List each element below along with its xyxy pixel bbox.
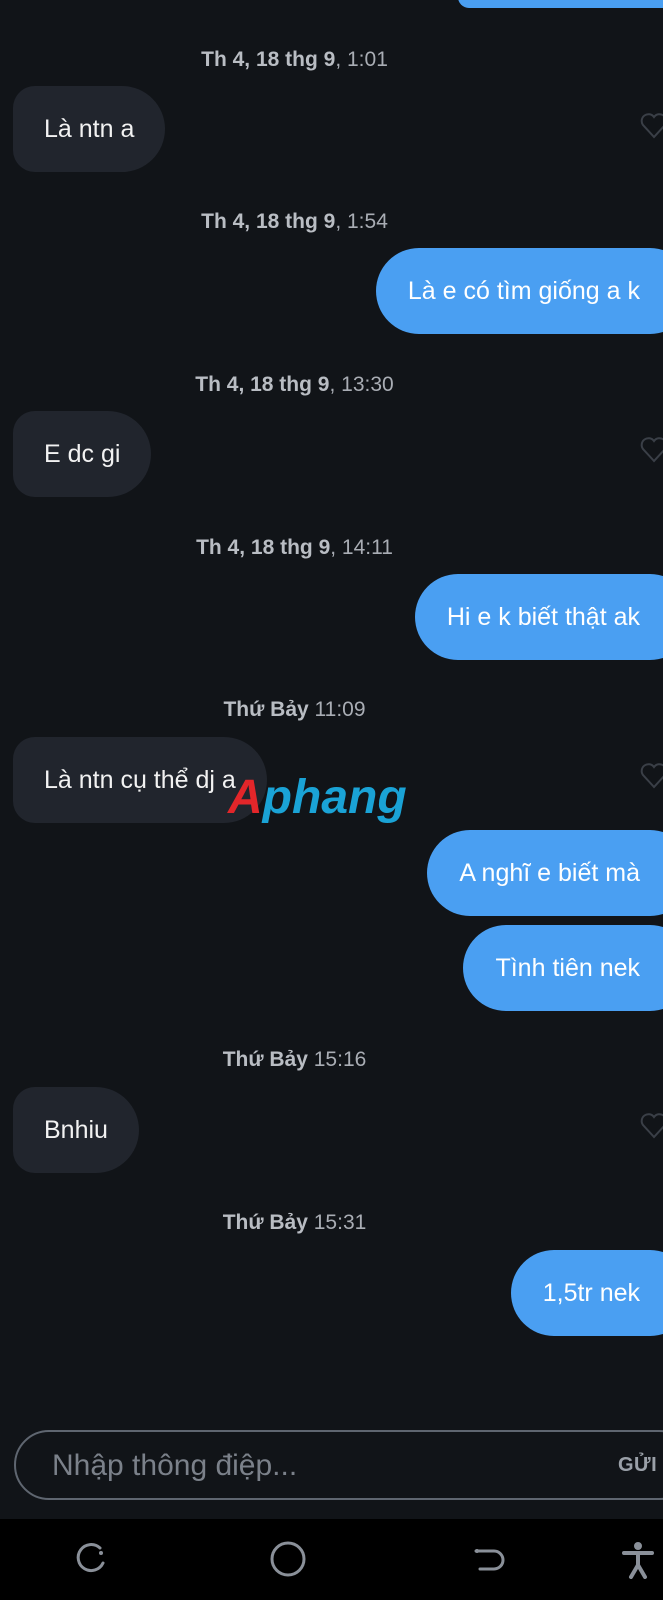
message-text: Là ntn a — [44, 115, 135, 143]
incoming-message-bubble[interactable]: Là ntn cụ thể dj a — [13, 737, 267, 823]
message-input[interactable] — [50, 1432, 574, 1500]
outgoing-message-bubble[interactable]: 1,5tr nek — [510, 1250, 663, 1336]
back-icon[interactable] — [468, 1539, 508, 1579]
outgoing-message-bubble[interactable]: A nghĩ e biết mà — [427, 830, 663, 916]
system-navigation-bar — [0, 1519, 663, 1600]
message-timestamp: Thứ Bảy 11:09 — [223, 698, 366, 721]
message-timestamp: Th 4, 18 thg 9, 1:54 — [201, 210, 388, 233]
incoming-message-bubble[interactable]: Là ntn a — [13, 86, 166, 172]
message-text: 1,5tr nek — [542, 1279, 640, 1307]
heart-outline-icon[interactable] — [639, 434, 663, 464]
message-timestamp: Thứ Bảy 15:31 — [222, 1211, 367, 1234]
message-text: Bnhiu — [44, 1116, 108, 1144]
message-text: Hi e k biết thật ak — [446, 603, 640, 631]
previous-outgoing-bubble-fragment — [458, 0, 663, 8]
message-composer: GỬI — [14, 1430, 663, 1500]
message-timestamp: Thứ Bảy 15:16 — [222, 1048, 367, 1071]
home-icon[interactable] — [268, 1539, 308, 1579]
send-button[interactable]: GỬI — [618, 1432, 657, 1498]
accessibility-icon[interactable] — [618, 1539, 658, 1579]
incoming-message-bubble[interactable]: E dc gi — [13, 411, 152, 497]
outgoing-message-bubble[interactable]: Hi e k biết thật ak — [414, 574, 663, 660]
outgoing-message-bubble[interactable]: Tình tiên nek — [463, 925, 663, 1011]
heart-outline-icon[interactable] — [639, 110, 663, 140]
message-text: E dc gi — [44, 440, 121, 468]
heart-outline-icon[interactable] — [639, 760, 663, 790]
message-text: Tình tiên nek — [495, 954, 640, 982]
outgoing-message-bubble[interactable]: Là e có tìm giống a k — [375, 248, 663, 334]
message-text: Là e có tìm giống a k — [407, 277, 640, 305]
message-timestamp: Th 4, 18 thg 9, 1:01 — [201, 48, 388, 71]
heart-outline-icon[interactable] — [639, 1110, 663, 1140]
message-timestamp: Th 4, 18 thg 9, 14:11 — [196, 536, 393, 559]
message-text: Là ntn cụ thể dj a — [44, 766, 236, 794]
message-timestamp: Th 4, 18 thg 9, 13:30 — [195, 373, 394, 396]
incoming-message-bubble[interactable]: Bnhiu — [13, 1087, 139, 1173]
recent-apps-icon[interactable] — [70, 1539, 110, 1579]
message-text: A nghĩ e biết mà — [459, 859, 640, 887]
